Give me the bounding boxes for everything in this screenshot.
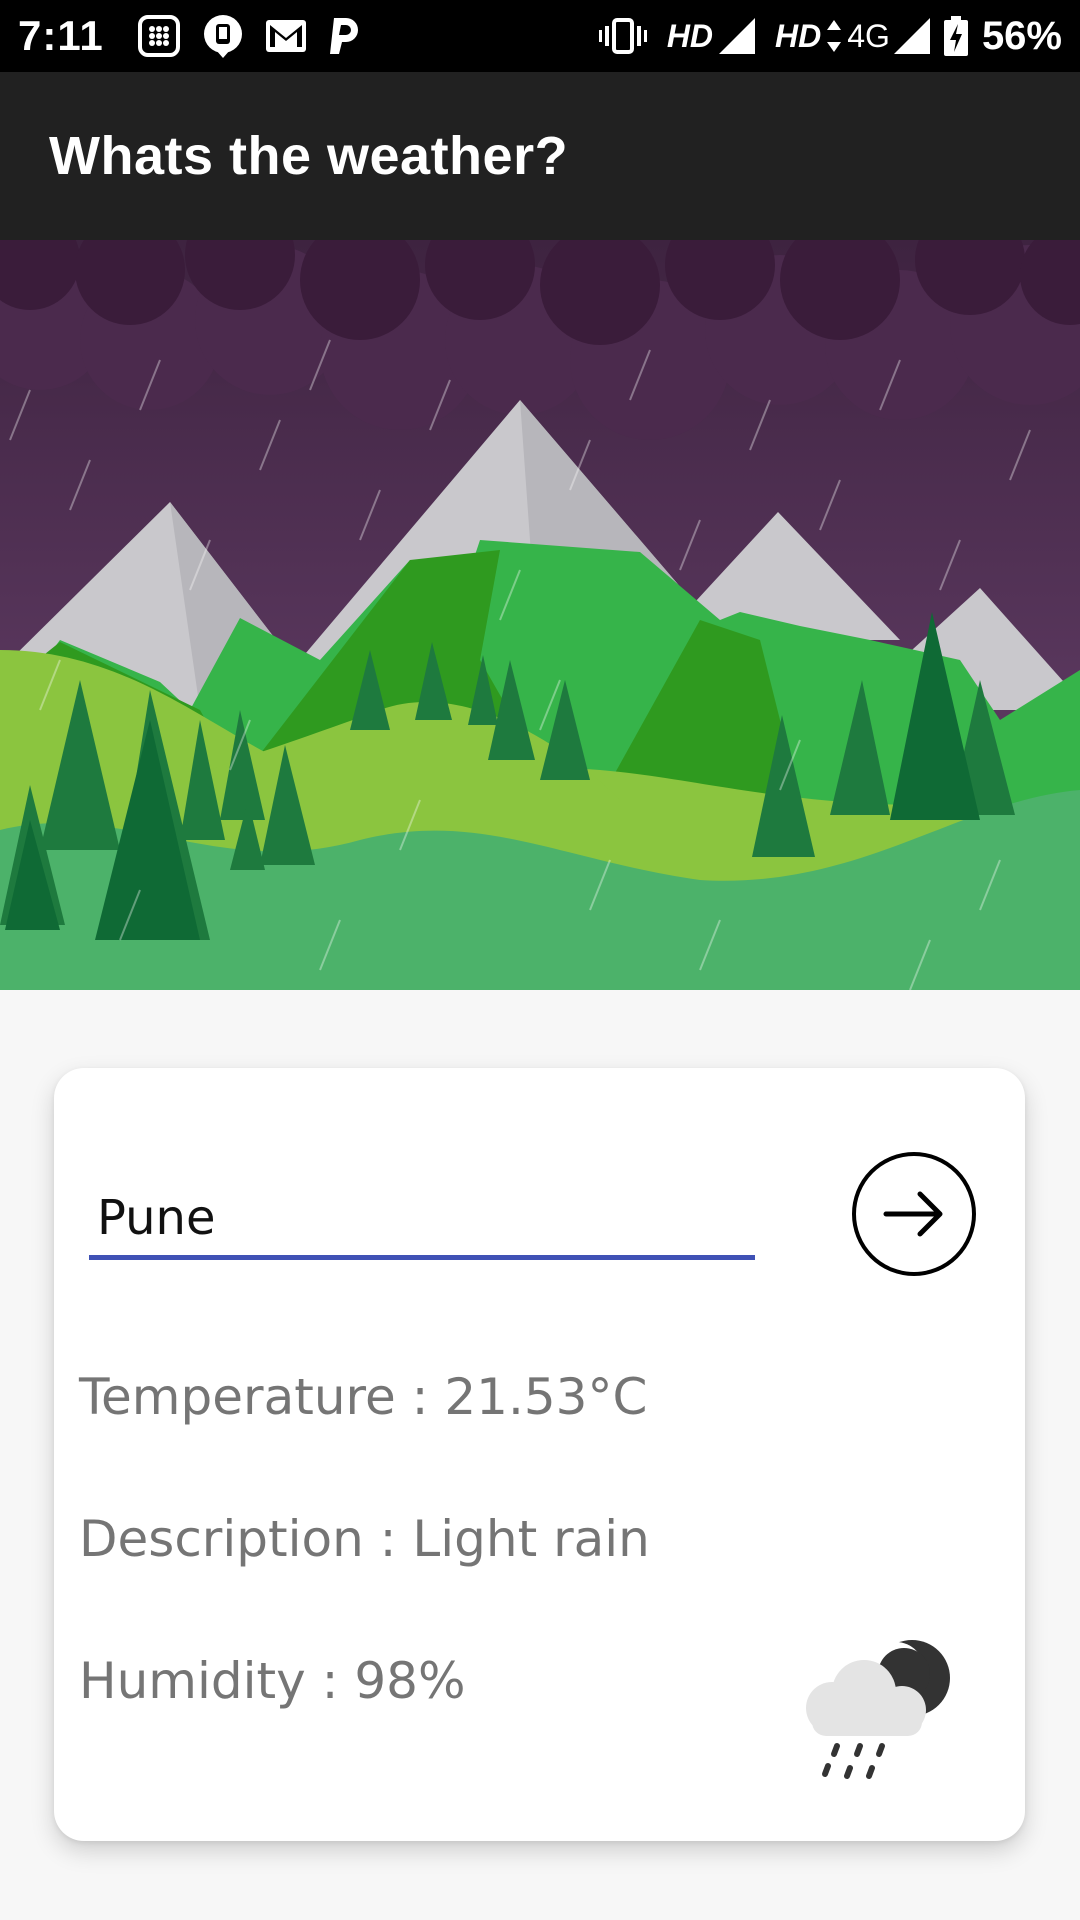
status-time: 7:11 <box>18 12 104 59</box>
app-title: Whats the weather? <box>49 126 569 186</box>
chat-notification-icon <box>202 14 244 58</box>
arrow-right-icon <box>883 1191 943 1237</box>
weather-card: Temperature : 21.53°C Description : Ligh… <box>54 1068 1025 1841</box>
keypad-notification-icon <box>137 15 180 57</box>
city-input[interactable] <box>89 1180 755 1260</box>
app-bar: Whats the weather? <box>0 72 1080 240</box>
search-go-button[interactable] <box>852 1152 976 1276</box>
signal-icon-2 <box>893 18 930 54</box>
paytm-p-icon <box>328 16 360 56</box>
status-bar: 7:11 HD HD 4G 56% <box>0 0 1080 72</box>
battery-charging-icon <box>943 16 968 56</box>
network-type: 4G <box>847 17 890 54</box>
rainy-mountain-illustration <box>0 240 1080 990</box>
hd-label-2: HD <box>775 17 822 54</box>
description-text: Description : Light rain <box>79 1510 650 1568</box>
temperature-text: Temperature : 21.53°C <box>79 1368 648 1426</box>
data-arrows-icon <box>827 20 842 52</box>
vibrate-icon <box>598 16 647 56</box>
humidity-text: Humidity : 98% <box>79 1652 466 1710</box>
signal-icon <box>719 18 756 54</box>
hd-label-1: HD <box>666 17 714 54</box>
battery-percent: 56% <box>981 13 1062 58</box>
rain-night-cloud-icon <box>792 1628 962 1788</box>
gmail-icon <box>265 20 306 52</box>
